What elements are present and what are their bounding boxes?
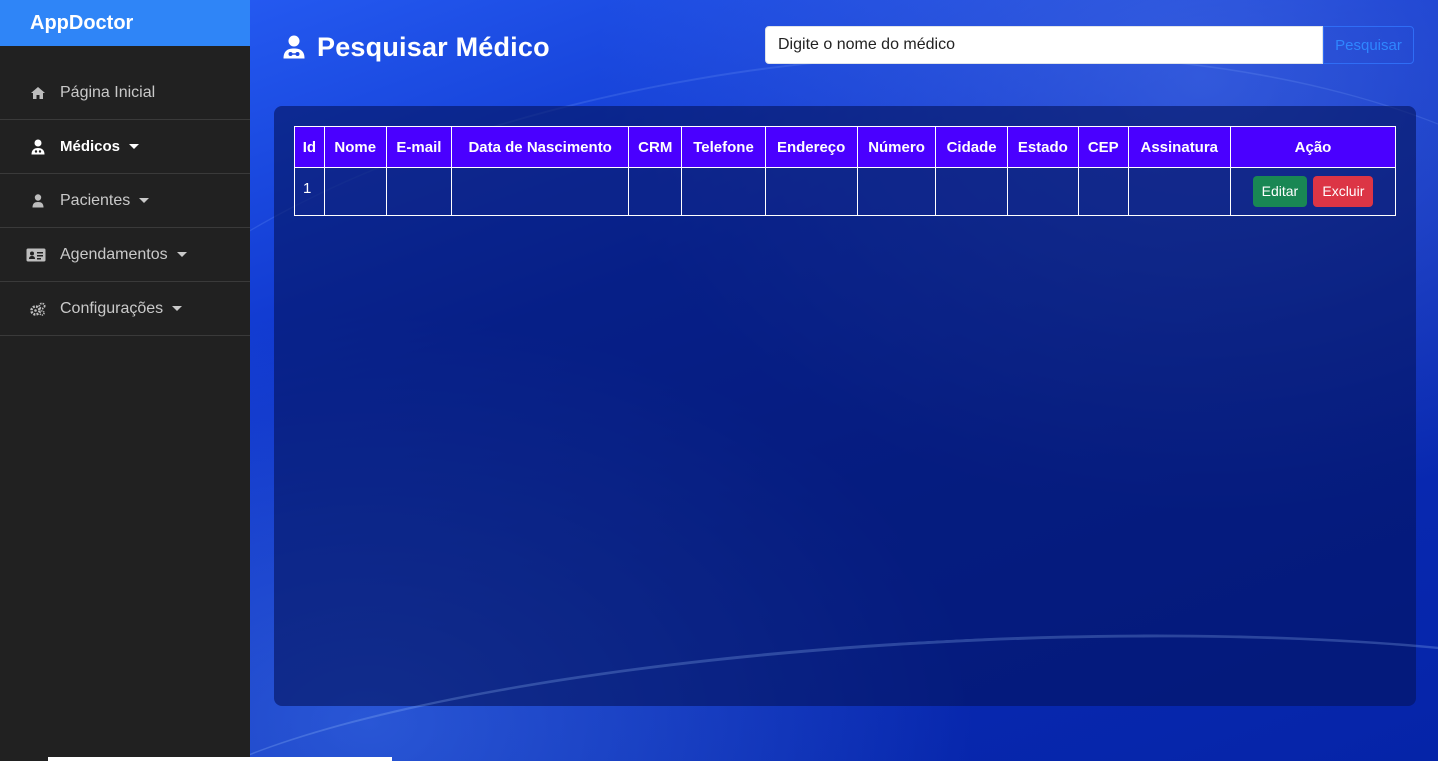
sidebar-item-patients[interactable]: Pacientes — [0, 174, 250, 228]
cell-data-nascimento — [451, 167, 630, 216]
cell-nome — [323, 167, 387, 216]
search-bar: Pesquisar — [765, 26, 1414, 64]
cell-actions: Editar Excluir — [1230, 167, 1396, 216]
cell-email — [385, 167, 453, 216]
table-row: 1 Editar Excluir — [294, 167, 1396, 216]
app-window: AppDoctor Página Inicial Médicos Pacient… — [0, 0, 1438, 761]
sidebar-item-home[interactable]: Página Inicial — [0, 66, 250, 120]
column-header-telefone: Telefone — [681, 126, 766, 168]
column-header-acao: Ação — [1230, 126, 1396, 168]
edit-button[interactable]: Editar — [1252, 176, 1308, 207]
page-title: Pesquisar Médico — [317, 32, 550, 62]
cell-cidade — [935, 167, 1008, 216]
cell-endereco — [764, 167, 858, 216]
column-header-id: Id — [294, 126, 325, 168]
sidebar-item-label: Médicos — [60, 138, 121, 155]
column-header-cidade: Cidade — [935, 126, 1008, 168]
cell-numero — [856, 167, 937, 216]
column-header-crm: CRM — [628, 126, 683, 168]
home-icon — [30, 85, 46, 101]
cell-estado — [1006, 167, 1079, 216]
chevron-down-icon — [129, 144, 140, 149]
bottom-divider — [48, 757, 392, 761]
sidebar-item-settings[interactable]: Configurações — [0, 282, 250, 336]
sidebar-item-label: Configurações — [60, 299, 164, 317]
sidebar-item-label: Agendamentos — [60, 245, 168, 263]
column-header-endereco: Endereço — [764, 126, 858, 168]
doctor-icon — [283, 35, 307, 61]
chevron-down-icon — [172, 306, 183, 311]
sidebar: AppDoctor Página Inicial Médicos Pacient… — [0, 0, 250, 761]
cell-cep — [1077, 167, 1129, 216]
doctors-table: Id Nome E-mail Data de Nascimento CRM Te… — [294, 126, 1396, 216]
column-header-nome: Nome — [323, 126, 387, 168]
cell-assinatura — [1127, 167, 1232, 216]
sidebar-item-label: Página Inicial — [60, 83, 156, 101]
chevron-down-icon — [176, 252, 187, 257]
cell-id: 1 — [294, 167, 325, 216]
main-content: Pesquisar Médico Pesquisar Id Nome E-mai… — [250, 0, 1438, 761]
column-header-email: E-mail — [385, 126, 453, 168]
gears-icon — [30, 301, 46, 317]
doctor-icon — [30, 139, 46, 155]
search-input[interactable] — [765, 26, 1323, 64]
chevron-down-icon — [139, 198, 150, 203]
column-header-assinatura: Assinatura — [1127, 126, 1232, 168]
sidebar-item-appointments[interactable]: Agendamentos — [0, 228, 250, 282]
cell-telefone — [681, 167, 766, 216]
table-header-row: Id Nome E-mail Data de Nascimento CRM Te… — [294, 126, 1396, 168]
column-header-estado: Estado — [1006, 126, 1079, 168]
column-header-numero: Número — [856, 126, 937, 168]
column-header-data-nascimento: Data de Nascimento — [451, 126, 630, 168]
user-icon — [30, 193, 46, 209]
sidebar-nav: Página Inicial Médicos Pacientes Agendam… — [0, 66, 250, 336]
page-header: Pesquisar Médico — [283, 32, 550, 63]
column-header-cep: CEP — [1077, 126, 1129, 168]
sidebar-item-doctors[interactable]: Médicos — [0, 120, 250, 174]
search-button[interactable]: Pesquisar — [1323, 26, 1414, 64]
id-card-icon — [26, 247, 46, 263]
results-card: Id Nome E-mail Data de Nascimento CRM Te… — [274, 106, 1416, 706]
delete-button[interactable]: Excluir — [1313, 176, 1374, 207]
sidebar-item-label: Pacientes — [60, 191, 131, 209]
cell-crm — [628, 167, 683, 216]
brand-logo[interactable]: AppDoctor — [0, 0, 250, 46]
